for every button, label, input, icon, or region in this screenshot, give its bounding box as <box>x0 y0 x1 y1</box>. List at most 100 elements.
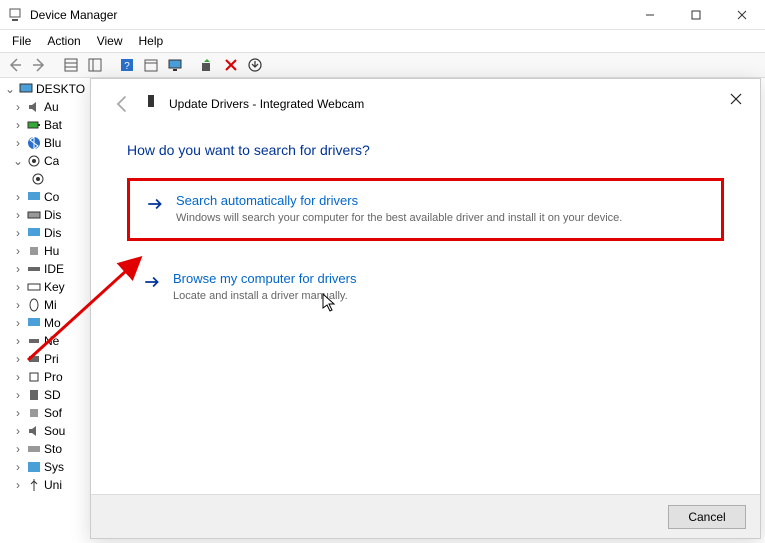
chevron-right-icon: › <box>12 461 24 473</box>
svg-text:?: ? <box>124 61 130 72</box>
properties-icon[interactable] <box>84 54 106 76</box>
tree-item-network[interactable]: ›Ne <box>0 332 90 350</box>
option-body: Browse my computer for drivers Locate an… <box>173 271 708 304</box>
menubar: File Action View Help <box>0 30 765 52</box>
close-button[interactable] <box>719 0 765 30</box>
minimize-button[interactable] <box>627 0 673 30</box>
tree-item-processors[interactable]: ›Pro <box>0 368 90 386</box>
back-arrow-icon[interactable] <box>113 94 133 114</box>
tree-item-display[interactable]: ›Dis <box>0 224 90 242</box>
tree-item-system[interactable]: ›Sys <box>0 458 90 476</box>
tree-item-keyboards[interactable]: ›Key <box>0 278 90 296</box>
chevron-right-icon: › <box>12 209 24 221</box>
menu-view[interactable]: View <box>89 32 131 50</box>
dialog-header: Update Drivers - Integrated Webcam <box>91 79 760 114</box>
usb-icon <box>26 477 42 493</box>
display-icon <box>26 225 42 241</box>
chevron-right-icon: › <box>12 245 24 257</box>
software-icon <box>26 405 42 421</box>
update-driver-icon[interactable] <box>244 54 266 76</box>
chevron-right-icon: › <box>12 317 24 329</box>
tree-root[interactable]: ⌄ DESKTO <box>0 80 90 98</box>
tree-item-printers[interactable]: ›Pri <box>0 350 90 368</box>
sd-icon <box>26 387 42 403</box>
tree-item-sound[interactable]: ›Sou <box>0 422 90 440</box>
bluetooth-icon <box>26 135 42 151</box>
mouse-icon <box>26 297 42 313</box>
cancel-button[interactable]: Cancel <box>668 505 746 529</box>
printer-icon <box>26 351 42 367</box>
chevron-right-icon: › <box>12 479 24 491</box>
tree-item-batteries[interactable]: ›Bat <box>0 116 90 134</box>
option-search-automatically[interactable]: Search automatically for drivers Windows… <box>127 178 724 241</box>
arrow-right-icon <box>146 195 164 213</box>
chevron-down-icon: ⌄ <box>12 155 24 167</box>
tree-item-webcam[interactable] <box>0 170 90 188</box>
tree-item-monitors[interactable]: ›Mo <box>0 314 90 332</box>
window-controls <box>627 0 765 30</box>
chevron-right-icon: › <box>12 443 24 455</box>
toolbar-separator <box>52 54 58 76</box>
window-title: Device Manager <box>30 8 627 22</box>
disk-icon <box>26 207 42 223</box>
chevron-down-icon: ⌄ <box>4 83 16 95</box>
chevron-right-icon: › <box>12 101 24 113</box>
chevron-right-icon: › <box>12 353 24 365</box>
show-hide-tree-icon[interactable] <box>60 54 82 76</box>
calendar-icon[interactable] <box>140 54 162 76</box>
uninstall-icon[interactable] <box>220 54 242 76</box>
monitor-icon[interactable] <box>164 54 186 76</box>
option-body: Search automatically for drivers Windows… <box>176 193 705 226</box>
option-title: Search automatically for drivers <box>176 193 705 208</box>
chevron-right-icon: › <box>12 299 24 311</box>
tree-item-ide[interactable]: ›IDE <box>0 260 90 278</box>
chevron-right-icon: › <box>12 119 24 131</box>
dialog-heading: How do you want to search for drivers? <box>91 114 760 178</box>
chevron-right-icon: › <box>12 191 24 203</box>
device-icon <box>143 93 159 114</box>
toolbar: ? <box>0 52 765 78</box>
chevron-right-icon: › <box>12 407 24 419</box>
tree-item-mice[interactable]: ›Mi <box>0 296 90 314</box>
forward-icon[interactable] <box>28 54 50 76</box>
tree-item-audio[interactable]: ›Au <box>0 98 90 116</box>
tree-item-computer[interactable]: ›Co <box>0 188 90 206</box>
network-icon <box>26 333 42 349</box>
hid-icon <box>26 243 42 259</box>
option-browse-computer[interactable]: Browse my computer for drivers Locate an… <box>127 259 724 316</box>
tree-item-sd[interactable]: ›SD <box>0 386 90 404</box>
chevron-right-icon: › <box>12 389 24 401</box>
maximize-button[interactable] <box>673 0 719 30</box>
cpu-icon <box>26 369 42 385</box>
chevron-right-icon: › <box>12 227 24 239</box>
chevron-right-icon: › <box>12 263 24 275</box>
option-title: Browse my computer for drivers <box>173 271 708 286</box>
tree-item-software[interactable]: ›Sof <box>0 404 90 422</box>
camera-icon <box>30 171 46 187</box>
storage-icon <box>26 441 42 457</box>
ide-icon <box>26 261 42 277</box>
tree-item-cameras[interactable]: ⌄Ca <box>0 152 90 170</box>
tree-item-hid[interactable]: ›Hu <box>0 242 90 260</box>
menu-file[interactable]: File <box>4 32 39 50</box>
sound-icon <box>26 423 42 439</box>
computer-icon <box>26 189 42 205</box>
dialog-close-button[interactable] <box>724 87 748 111</box>
back-icon[interactable] <box>4 54 26 76</box>
chevron-right-icon: › <box>12 371 24 383</box>
chevron-right-icon: › <box>12 281 24 293</box>
menu-help[interactable]: Help <box>131 32 172 50</box>
tree-item-usb[interactable]: ›Uni <box>0 476 90 494</box>
option-description: Locate and install a driver manually. <box>173 289 708 304</box>
scan-icon[interactable] <box>196 54 218 76</box>
tree-item-storage[interactable]: ›Sto <box>0 440 90 458</box>
tree-item-disk[interactable]: ›Dis <box>0 206 90 224</box>
audio-icon <box>26 99 42 115</box>
help-icon[interactable]: ? <box>116 54 138 76</box>
option-description: Windows will search your computer for th… <box>176 211 705 226</box>
device-tree[interactable]: ⌄ DESKTO ›Au ›Bat ›Blu ⌄Ca ›Co ›Dis ›Dis… <box>0 78 90 543</box>
tree-item-bluetooth[interactable]: ›Blu <box>0 134 90 152</box>
menu-action[interactable]: Action <box>39 32 88 50</box>
app-icon <box>8 7 24 23</box>
chevron-right-icon: › <box>12 425 24 437</box>
